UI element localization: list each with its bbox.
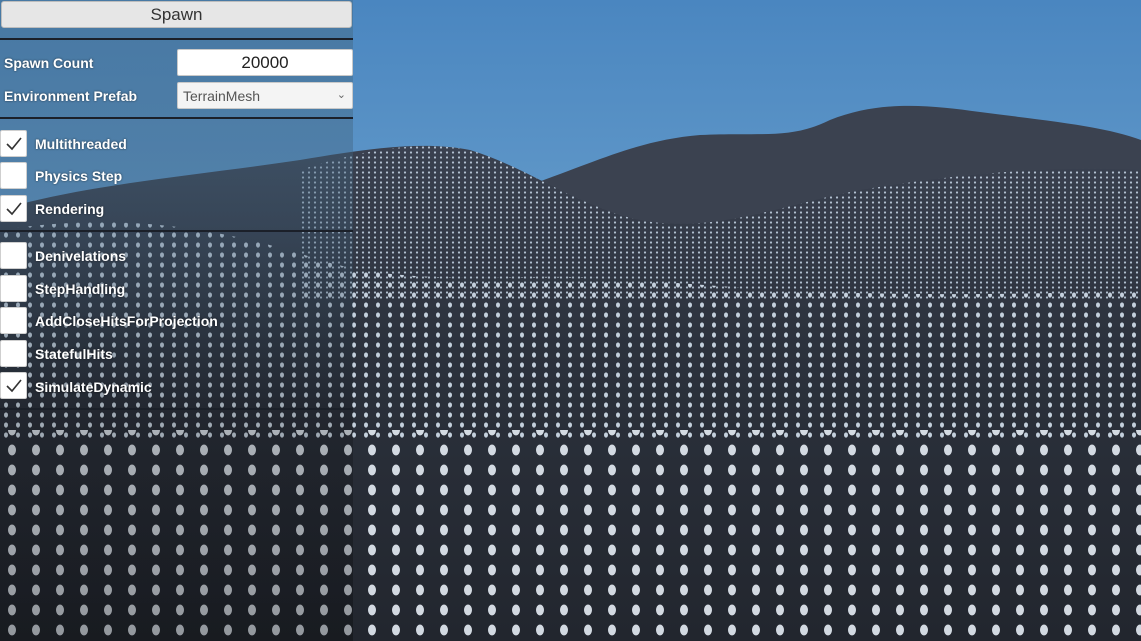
check-icon: [5, 201, 22, 215]
multithreaded-checkbox[interactable]: [0, 130, 27, 157]
environment-prefab-value: TerrainMesh: [183, 88, 261, 104]
check-icon: [5, 378, 22, 392]
spawn-count-input[interactable]: 20000: [177, 49, 353, 76]
environment-prefab-dropdown[interactable]: TerrainMesh ⌄: [177, 82, 353, 109]
add-close-hits-label: AddCloseHitsForProjection: [35, 313, 218, 329]
spawn-count-label: Spawn Count: [4, 55, 94, 71]
check-icon: [5, 136, 22, 150]
settings-panel: Spawn Spawn Count 20000 Environment Pref…: [0, 0, 353, 641]
rendering-checkbox[interactable]: [0, 195, 27, 222]
step-handling-label: StepHandling: [35, 281, 126, 297]
add-close-hits-checkbox[interactable]: [0, 307, 27, 334]
denivelations-checkbox[interactable]: [0, 242, 27, 269]
divider: [0, 230, 353, 232]
simulate-dynamic-label: SimulateDynamic: [35, 379, 152, 395]
chevron-down-icon: ⌄: [336, 89, 346, 101]
step-handling-checkbox[interactable]: [0, 275, 27, 302]
multithreaded-label: Multithreaded: [35, 136, 127, 152]
denivelations-label: Denivelations: [35, 248, 127, 264]
stateful-hits-checkbox[interactable]: [0, 340, 27, 367]
divider: [0, 38, 353, 40]
spawn-button[interactable]: Spawn: [1, 1, 352, 28]
environment-prefab-label: Environment Prefab: [4, 88, 138, 104]
rendering-label: Rendering: [35, 201, 105, 217]
physics-step-label: Physics Step: [35, 168, 123, 184]
divider: [0, 117, 353, 119]
stateful-hits-label: StatefulHits: [35, 346, 113, 362]
divider: [0, 408, 353, 410]
physics-step-checkbox[interactable]: [0, 162, 27, 189]
simulate-dynamic-checkbox[interactable]: [0, 372, 27, 399]
